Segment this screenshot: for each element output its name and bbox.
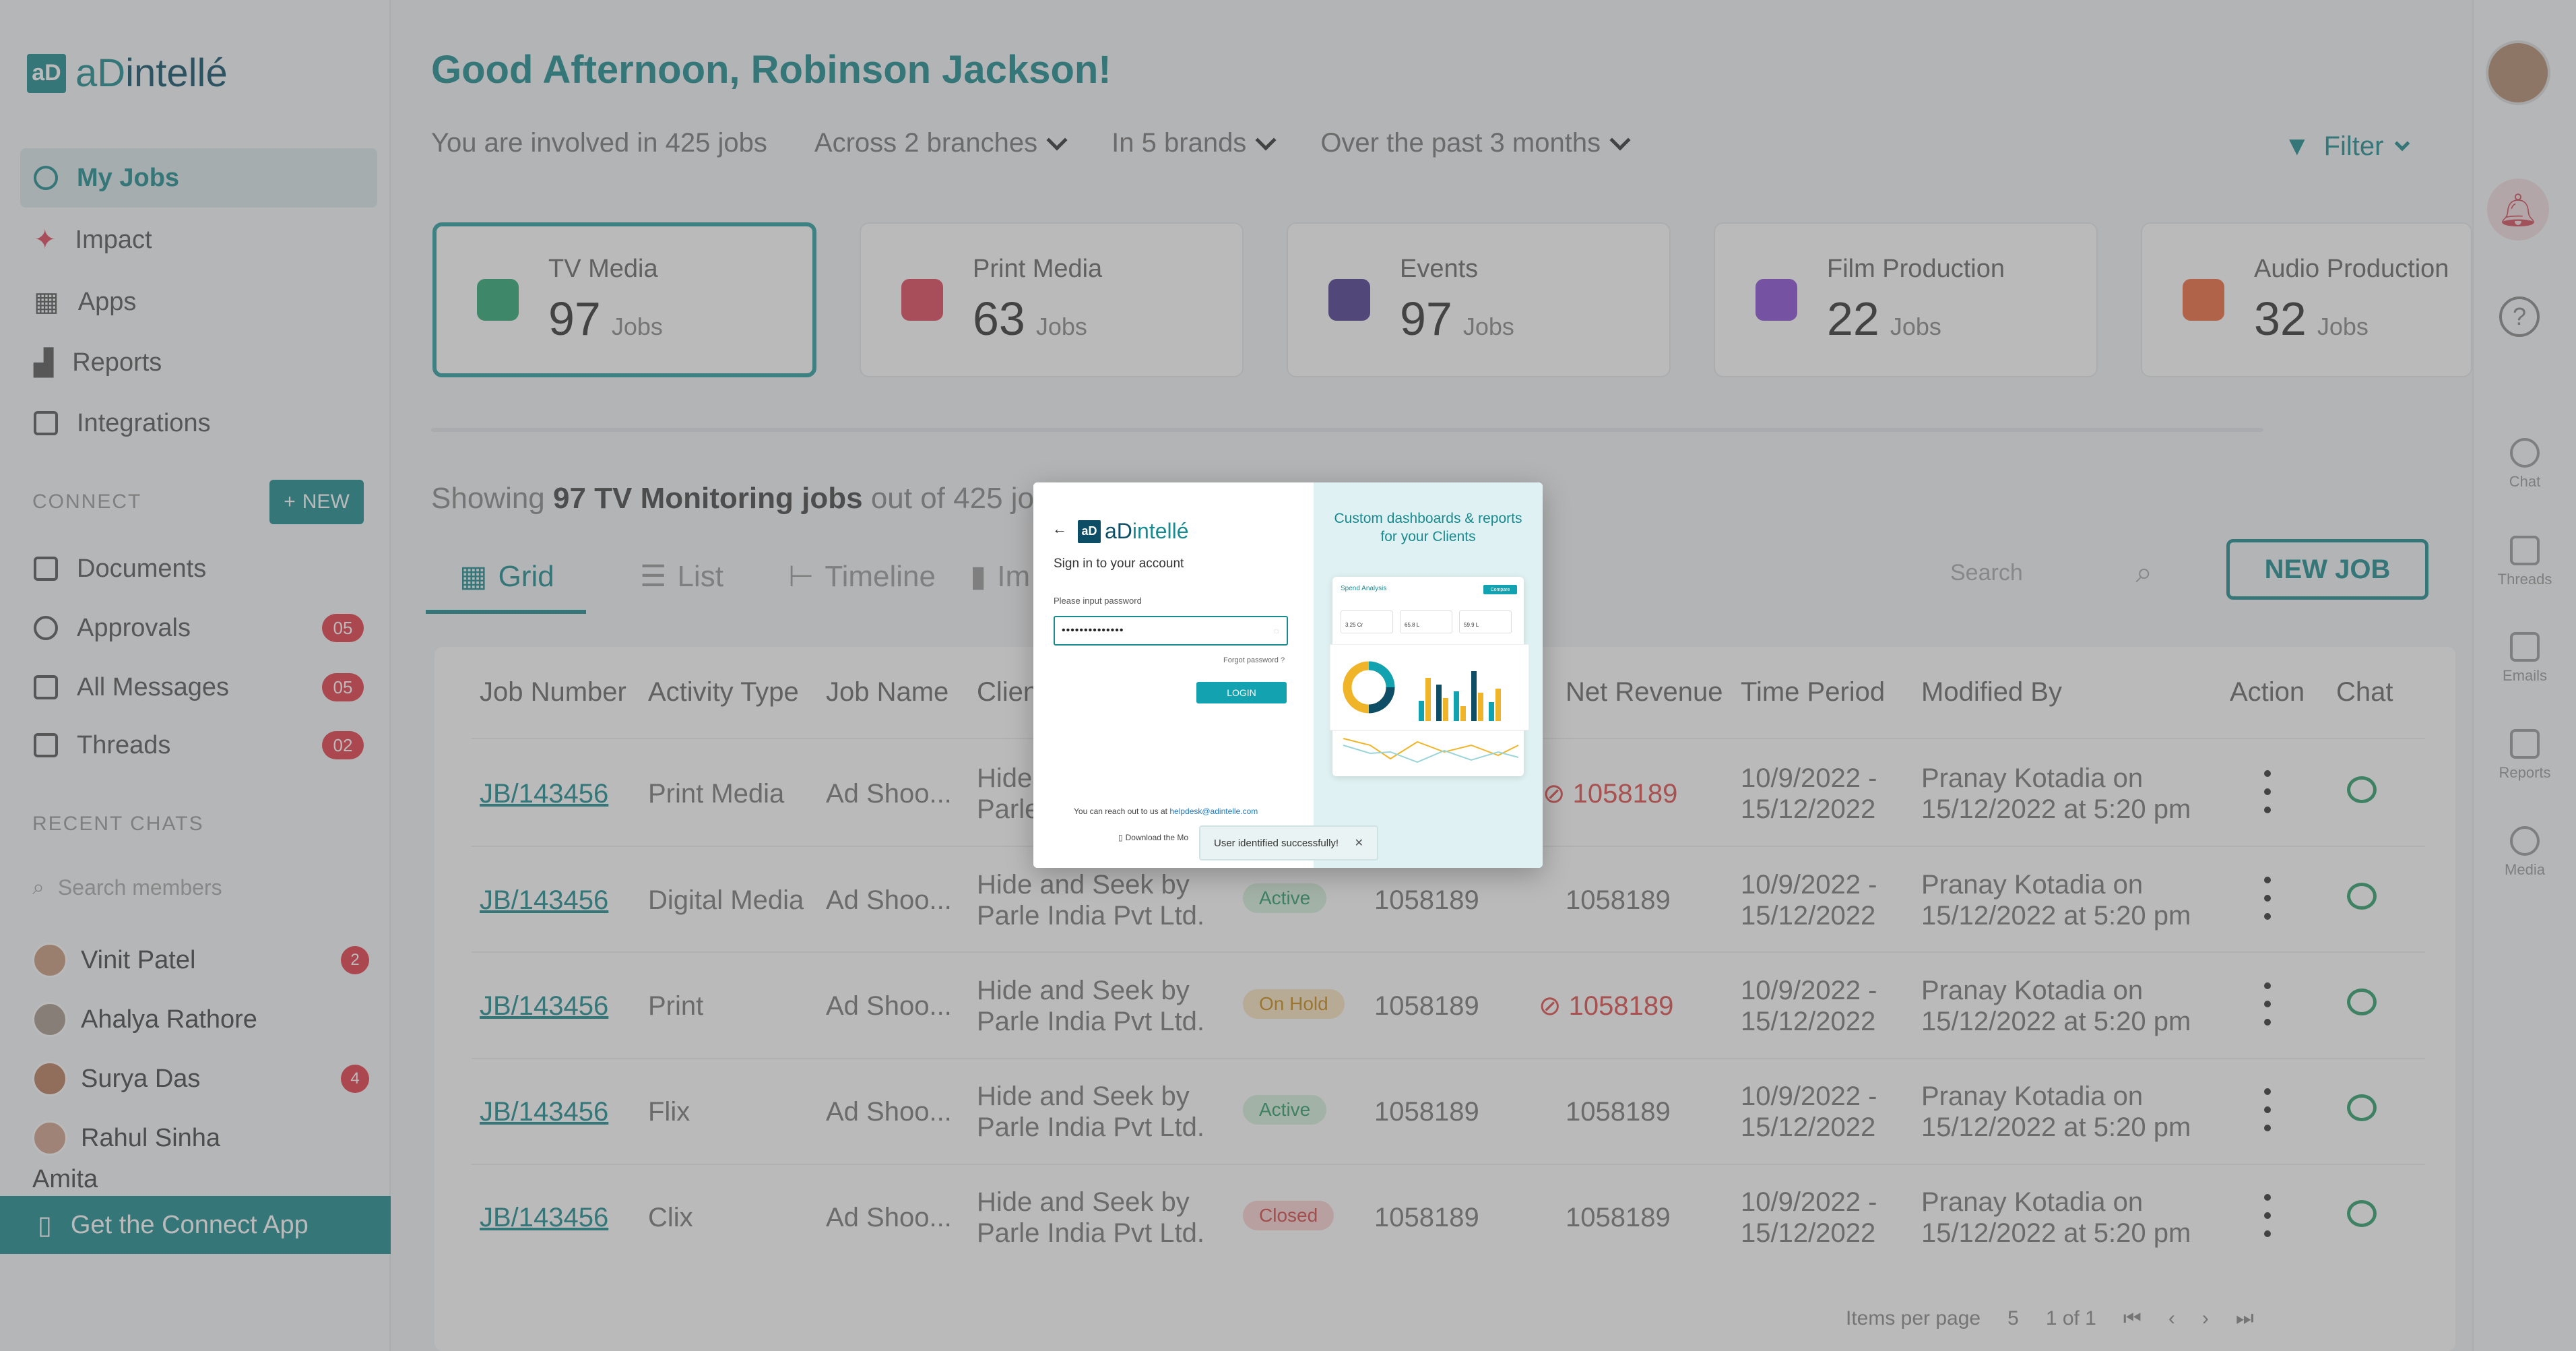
- helpdesk-email-link[interactable]: helpdesk@adintelle.com: [1169, 807, 1258, 816]
- promo-title: Custom dashboards & reports for your Clie…: [1334, 511, 1522, 544]
- success-toast: User identified successfully! ✕: [1199, 825, 1378, 860]
- back-arrow-icon[interactable]: ←: [1052, 520, 1067, 538]
- preview-title: Spend Analysis: [1341, 585, 1387, 592]
- visibility-icon[interactable]: ◌: [1274, 625, 1280, 636]
- preview-compare-button: Compare: [1483, 585, 1517, 594]
- password-input[interactable]: •••••••••••••• ◌: [1054, 616, 1288, 646]
- preview-stat: 3.25 Cr: [1341, 610, 1393, 633]
- forgot-password-link[interactable]: Forgot password ?: [1223, 656, 1285, 664]
- close-icon[interactable]: ✕: [1355, 836, 1363, 850]
- promo-panel: Custom dashboards & reports for your Clie…: [1314, 482, 1543, 868]
- login-button[interactable]: LOGIN: [1196, 682, 1287, 703]
- preview-stat: 65.8 L: [1400, 610, 1452, 633]
- signin-heading: Sign in to your account: [1054, 557, 1184, 571]
- password-label: Please input password: [1054, 596, 1142, 606]
- preview-stat: 59.9 L: [1459, 610, 1512, 633]
- preview-charts-graphic: [1330, 644, 1529, 763]
- dashboard-preview-image: Spend Analysis Compare 3.25 Cr 65.8 L 59…: [1330, 577, 1529, 776]
- phone-icon: ▯: [1118, 833, 1123, 842]
- download-app-text[interactable]: ▯ Download the Mo: [1118, 833, 1188, 842]
- login-modal: ← aD aDintellé Sign in to your account P…: [1033, 482, 1543, 868]
- login-panel: ← aD aDintellé Sign in to your account P…: [1033, 482, 1314, 868]
- modal-logo: aD aDintellé: [1078, 519, 1189, 544]
- helpdesk-text: You can reach out to us at helpdesk@adin…: [1074, 807, 1258, 816]
